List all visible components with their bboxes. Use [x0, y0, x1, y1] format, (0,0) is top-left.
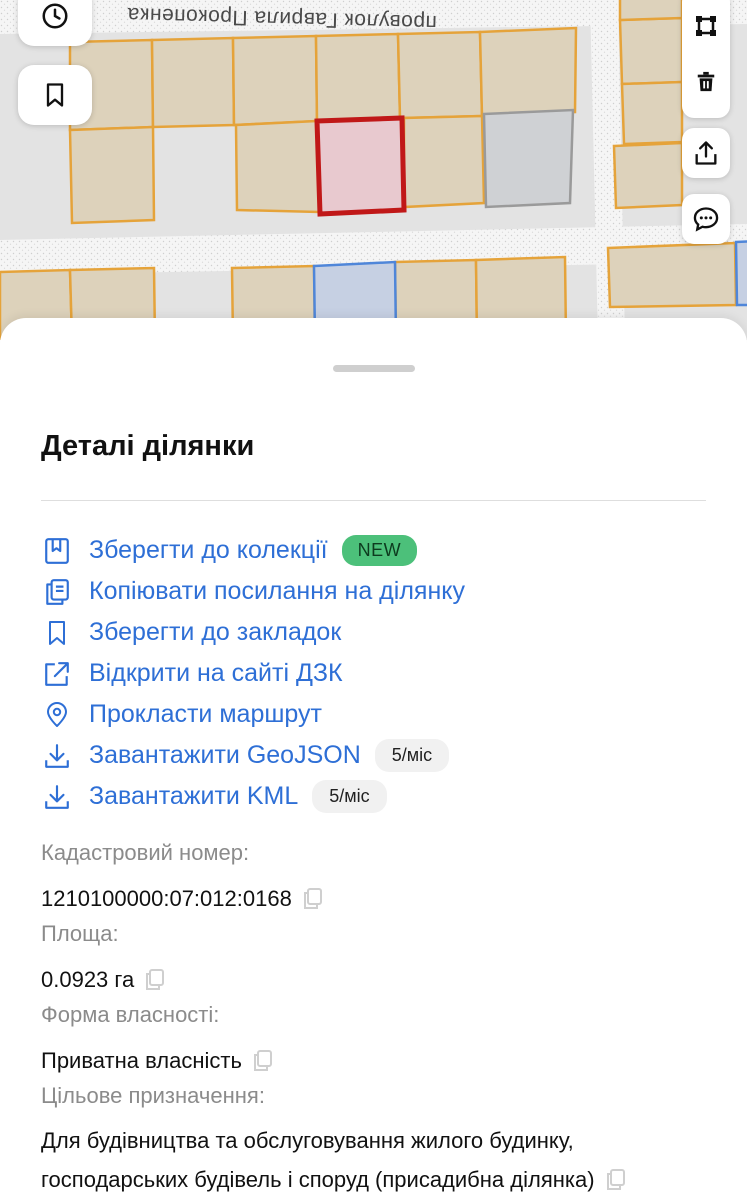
download-icon — [41, 740, 73, 772]
selected-parcel[interactable] — [314, 115, 407, 217]
share-button[interactable] — [682, 128, 730, 178]
copy-icon[interactable] — [144, 968, 166, 992]
parcel — [618, 0, 684, 22]
chat-button[interactable] — [682, 194, 730, 244]
download-geojson-action[interactable]: Завантажити GeoJSON 5/міс — [41, 735, 706, 776]
collection-icon — [41, 535, 73, 567]
purpose-line-2-row: господарських будівель і споруд (присади… — [41, 1160, 721, 1199]
download-kml-action[interactable]: Завантажити KML 5/міс — [41, 776, 706, 817]
map-canvas[interactable] — [0, 0, 747, 340]
build-route-action[interactable]: Прокласти маршрут — [41, 694, 706, 735]
download-icon — [41, 781, 73, 813]
copy-icon[interactable] — [605, 1168, 627, 1192]
parcel — [314, 32, 402, 123]
parcel — [68, 125, 156, 225]
purpose-value-line-2: господарських будівель і споруд (присади… — [41, 1167, 595, 1192]
save-to-bookmarks-action[interactable]: Зберегти до закладок — [41, 612, 706, 653]
parcel — [606, 241, 738, 309]
parcel — [234, 119, 321, 214]
copy-parcel-link-action[interactable]: Копіювати посилання на ділянку — [41, 571, 706, 612]
copy-icon[interactable] — [302, 887, 324, 911]
ownership-row: Приватна власність — [41, 1040, 721, 1081]
purpose-value-line-1: Для будівництва та обслуговування жилого… — [41, 1128, 574, 1153]
area-value: 0.0923 га — [41, 966, 135, 992]
bookmark-map-button[interactable] — [18, 65, 92, 125]
purpose-row: Для будівництва та обслуговування жилого… — [41, 1121, 721, 1199]
ownership-value: Приватна власність — [41, 1047, 242, 1073]
cadastral-number-value: 1210100000:07:012:0168 — [41, 885, 292, 911]
area-row: 0.0923 га — [41, 959, 721, 1000]
polygon-icon[interactable] — [694, 14, 718, 38]
parcel — [402, 114, 486, 209]
action-list: Зберегти до колекції NEW Копіювати посил… — [41, 530, 706, 817]
parcel — [620, 80, 684, 146]
bookmark-icon — [46, 83, 64, 107]
parcel — [478, 26, 578, 118]
parcel-info: Кадастровий номер: 1210100000:07:012:016… — [41, 838, 721, 1199]
copy-icon[interactable] — [252, 1049, 274, 1073]
cadastral-number-row: 1210100000:07:012:0168 — [41, 878, 721, 919]
trash-icon[interactable] — [695, 70, 717, 94]
parcel — [396, 30, 484, 120]
history-button[interactable] — [18, 0, 92, 46]
new-badge: NEW — [341, 535, 418, 566]
sheet-title: Деталі ділянки — [41, 430, 255, 462]
location-pin-icon — [41, 699, 73, 731]
parcel-blue — [734, 240, 747, 307]
parcel-gray — [482, 108, 575, 209]
bookmark-icon — [41, 617, 73, 649]
parcel — [618, 16, 684, 86]
draw-tools-panel — [682, 0, 730, 118]
area-label: Площа: — [41, 921, 119, 946]
map-view[interactable]: провулок Гаврила Прокопенка — [0, 0, 747, 340]
share-icon — [695, 141, 717, 165]
purpose-label: Цільове призначення: — [41, 1083, 265, 1108]
ownership-label: Форма власності: — [41, 1002, 220, 1027]
divider — [41, 500, 706, 501]
parcel — [150, 36, 236, 129]
parcel — [231, 34, 319, 127]
parcel-details-sheet: Деталі ділянки Зберегти до колекції NEW … — [0, 318, 747, 1200]
chat-icon — [693, 207, 719, 232]
limit-badge: 5/міс — [374, 739, 450, 772]
limit-badge: 5/міс — [312, 780, 387, 813]
cadastral-number-label: Кадастровий номер: — [41, 840, 250, 865]
open-on-dzk-action[interactable]: Відкрити на сайті ДЗК — [41, 653, 706, 694]
parcel — [612, 141, 684, 210]
copy-link-icon — [41, 576, 73, 608]
clock-icon — [42, 3, 68, 29]
save-to-collection-action[interactable]: Зберегти до колекції NEW — [41, 530, 706, 571]
sheet-grabber[interactable] — [333, 365, 415, 372]
external-link-icon — [41, 658, 73, 690]
